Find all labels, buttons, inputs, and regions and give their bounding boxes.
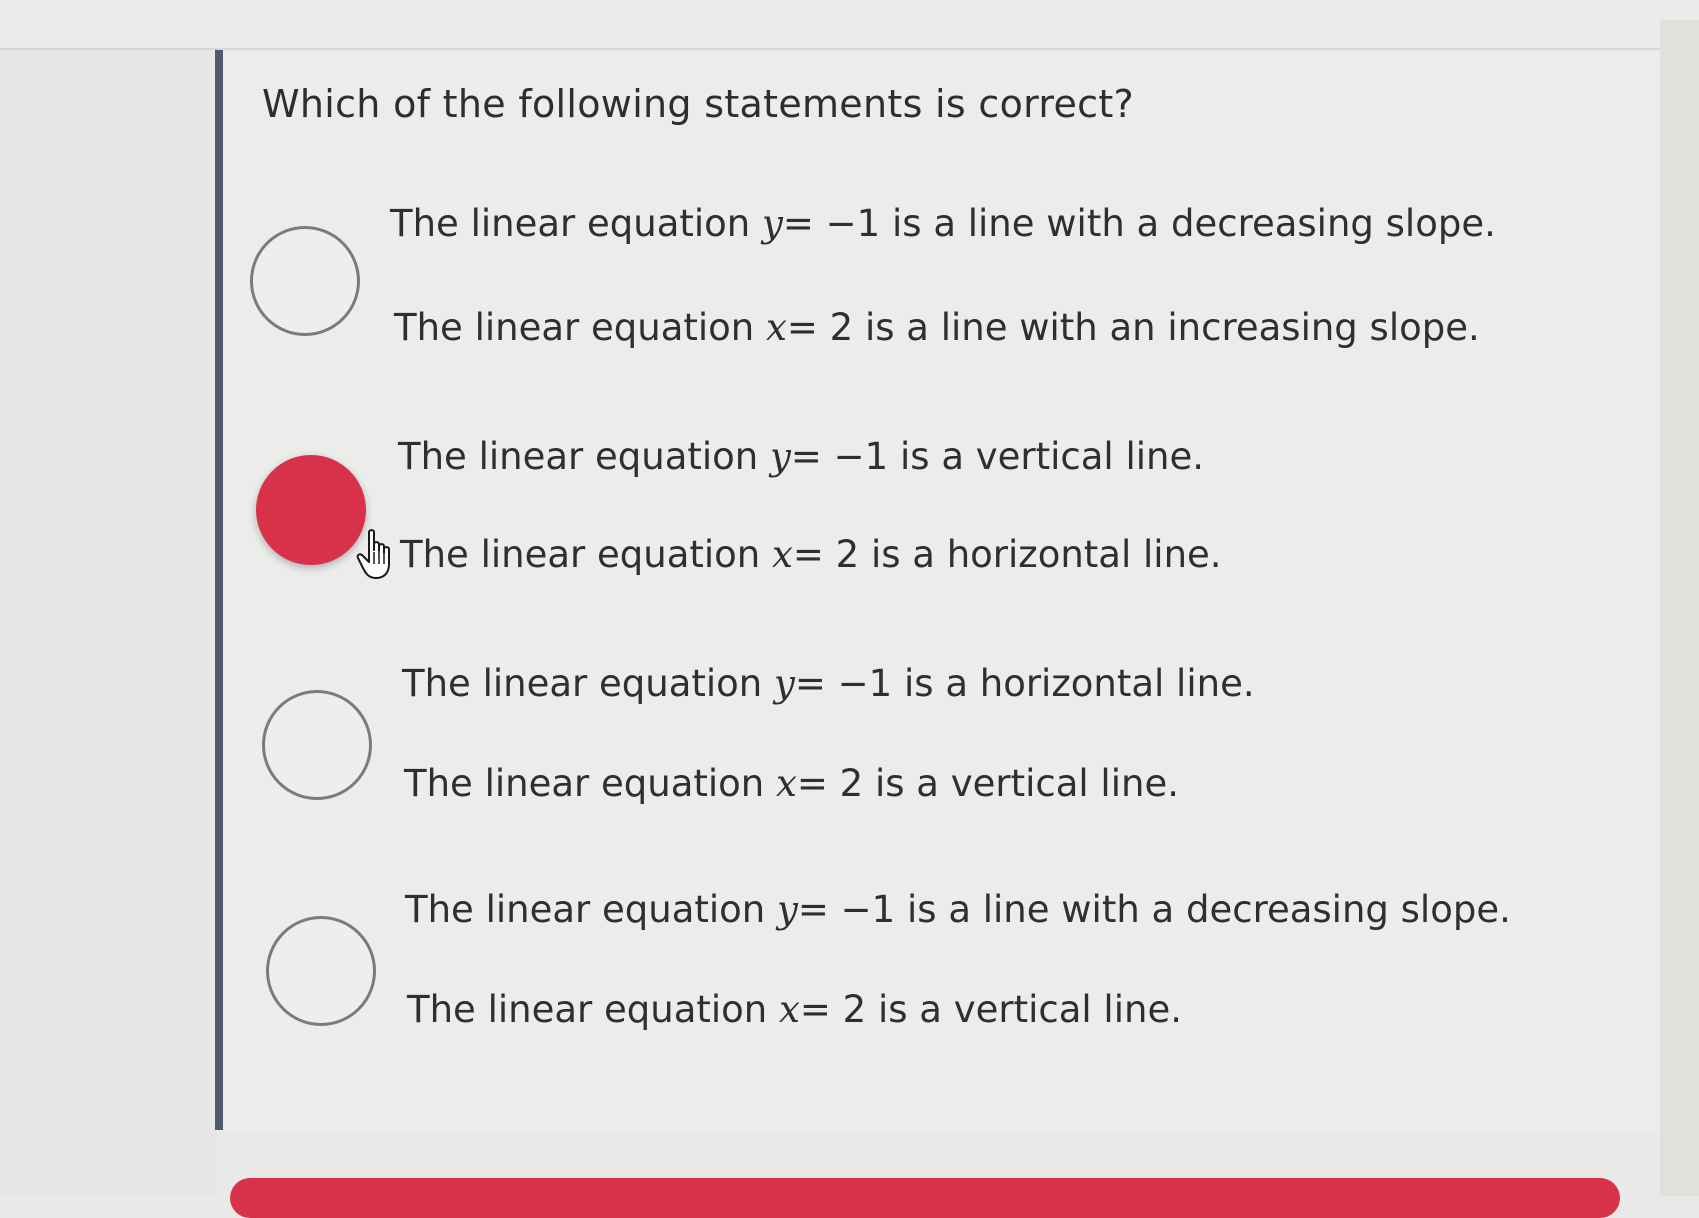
statement-a2-prefix: The linear equation bbox=[394, 306, 767, 349]
top-strip bbox=[0, 0, 1699, 50]
statement-d2: The linear equation x= 2 is a vertical l… bbox=[407, 988, 1182, 1031]
radio-button-b-selected[interactable] bbox=[256, 455, 366, 565]
statement-c2-suffix: is a vertical line. bbox=[863, 762, 1179, 805]
statement-b1-variable: y bbox=[770, 435, 791, 478]
statement-b2-suffix: is a horizontal line. bbox=[859, 533, 1222, 576]
statement-b1: The linear equation y= −1 is a vertical … bbox=[398, 435, 1204, 478]
statement-c2-prefix: The linear equation bbox=[404, 762, 777, 805]
statement-b1-equals: = −1 bbox=[790, 435, 889, 478]
statement-a2-variable: x bbox=[766, 306, 787, 349]
radio-button-d[interactable] bbox=[266, 916, 376, 1026]
statement-a2-equals: = 2 bbox=[786, 306, 854, 349]
statement-a1-equals: = −1 bbox=[782, 202, 881, 245]
statement-d1: The linear equation y= −1 is a line with… bbox=[405, 888, 1511, 931]
statement-c2-variable: x bbox=[776, 762, 797, 805]
answer-option-a[interactable]: The linear equation y= −1 is a line with… bbox=[250, 200, 1590, 420]
statement-d2-variable: x bbox=[779, 988, 800, 1031]
answer-option-c[interactable]: The linear equation y= −1 is a horizonta… bbox=[250, 662, 1590, 882]
statement-a2-suffix: is a line with an increasing slope. bbox=[853, 306, 1480, 349]
statement-b1-prefix: The linear equation bbox=[398, 435, 771, 478]
statement-a1-variable: y bbox=[762, 202, 783, 245]
statement-a1: The linear equation y= −1 is a line with… bbox=[390, 202, 1496, 245]
statement-c1-variable: y bbox=[774, 662, 795, 705]
answer-option-d[interactable]: The linear equation y= −1 is a line with… bbox=[250, 888, 1590, 1108]
statement-d1-variable: y bbox=[777, 888, 798, 931]
submit-button[interactable] bbox=[230, 1178, 1620, 1218]
statement-c1-equals: = −1 bbox=[794, 662, 893, 705]
statement-d2-equals: = 2 bbox=[799, 988, 867, 1031]
statement-d2-suffix: is a vertical line. bbox=[866, 988, 1182, 1031]
statement-a2: The linear equation x= 2 is a line with … bbox=[394, 306, 1480, 349]
right-margin bbox=[1660, 20, 1699, 1196]
statement-a1-prefix: The linear equation bbox=[390, 202, 763, 245]
statement-b2-prefix: The linear equation bbox=[400, 533, 773, 576]
statement-c2: The linear equation x= 2 is a vertical l… bbox=[404, 762, 1179, 805]
statement-b1-suffix: is a vertical line. bbox=[888, 435, 1204, 478]
statement-d1-prefix: The linear equation bbox=[405, 888, 778, 931]
statement-b2-variable: x bbox=[772, 533, 793, 576]
question-prompt: Which of the following statements is cor… bbox=[262, 82, 1135, 126]
statement-c1-suffix: is a horizontal line. bbox=[892, 662, 1255, 705]
left-margin bbox=[0, 50, 215, 1196]
statement-d1-equals: = −1 bbox=[797, 888, 896, 931]
hand-pointer-cursor-icon bbox=[356, 529, 390, 579]
statement-d2-prefix: The linear equation bbox=[407, 988, 780, 1031]
radio-button-c[interactable] bbox=[262, 690, 372, 800]
answer-option-b[interactable]: The linear equation y= −1 is a vertical … bbox=[250, 435, 1590, 655]
statement-c1: The linear equation y= −1 is a horizonta… bbox=[402, 662, 1255, 705]
radio-button-a[interactable] bbox=[250, 226, 360, 336]
statement-b2-equals: = 2 bbox=[792, 533, 860, 576]
statement-a1-suffix: is a line with a decreasing slope. bbox=[880, 202, 1496, 245]
statement-c1-prefix: The linear equation bbox=[402, 662, 775, 705]
statement-d1-suffix: is a line with a decreasing slope. bbox=[895, 888, 1511, 931]
statement-c2-equals: = 2 bbox=[796, 762, 864, 805]
statement-b2: The linear equation x= 2 is a horizontal… bbox=[400, 533, 1222, 576]
